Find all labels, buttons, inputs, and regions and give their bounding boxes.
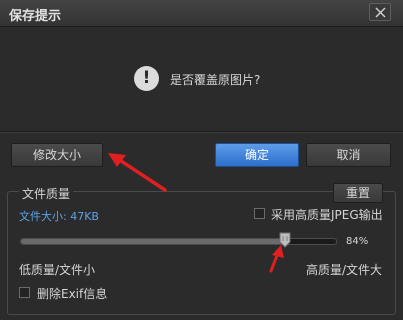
ok-button[interactable]: 确定 [215,143,299,167]
cancel-button[interactable]: 取消 [306,143,391,167]
slider-fill [21,239,286,244]
confirm-question: 是否覆盖原图片? [170,73,261,87]
high-quality-jpeg-checkbox[interactable] [254,208,265,219]
slider-value: 84% [346,236,369,247]
title-bar: 保存提示 [0,0,403,27]
high-quality-label: 高质量/文件大 [306,263,383,277]
resize-button[interactable]: 修改大小 [11,143,103,167]
slider-thumb[interactable] [279,232,291,248]
reset-button[interactable]: 重置 [333,183,383,203]
high-quality-jpeg-label: 采用高质量JPEG输出 [271,208,383,222]
divider [0,131,403,133]
window-title: 保存提示 [9,9,62,24]
low-quality-label: 低质量/文件小 [19,263,96,277]
close-button[interactable] [369,3,391,21]
close-icon [375,7,386,18]
remove-exif-checkbox[interactable] [19,287,30,298]
exclamation-icon: ! [134,66,159,91]
remove-exif-label: 删除Exif信息 [37,287,108,301]
file-quality-title: 文件质量 [19,185,74,202]
annotation-arrow-resize [108,153,167,192]
file-size-label: 文件大小: 47KB [19,210,99,223]
